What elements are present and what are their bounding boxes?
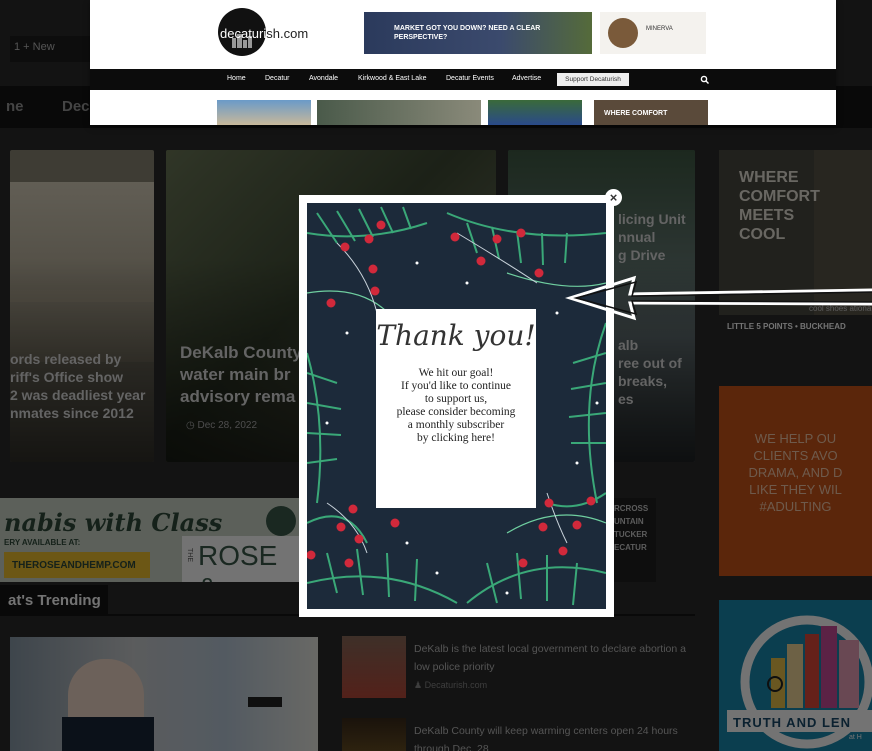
admin-bar-label: 1 + New	[14, 41, 55, 53]
news-title[interactable]: DeKalb is the latest local government to…	[414, 640, 699, 676]
ad-text: WE HELP OU CLIENTS AVO DRAMA, AND D LIKE…	[748, 431, 843, 514]
image-podium	[248, 697, 282, 707]
thank-you-title: Thank you!	[376, 319, 536, 352]
news-source: ♟ Decaturish.com	[414, 680, 487, 691]
trending-heading: at's Trending	[0, 585, 108, 615]
nav-decatur-events[interactable]: Decatur Events	[446, 75, 494, 82]
header-ad-text: MINERVA	[646, 26, 673, 32]
site-logo[interactable]: decaturish.com decaturish.com	[218, 8, 308, 56]
search-icon[interactable]	[700, 75, 709, 84]
side-ad-truth-and-lending[interactable]: TRUTH AND LEN at H	[719, 600, 872, 751]
owl-icon	[608, 18, 638, 48]
admin-bar[interactable]: 1 + New	[10, 36, 90, 62]
nav-avondale[interactable]: Avondale	[309, 75, 338, 82]
trending-news-item[interactable]: DeKalb County will keep warming centers …	[342, 718, 702, 751]
nav-kirkwood[interactable]: Kirkwood & East Lake	[358, 75, 426, 82]
site-nav-item-decatur[interactable]: Dec	[62, 98, 90, 115]
thumbnail[interactable]	[217, 100, 311, 125]
news-title[interactable]: DeKalb County will keep warming centers …	[414, 722, 699, 751]
thank-you-note[interactable]: Thank you! We hit our goal! If you'd lik…	[376, 309, 536, 508]
featured-card-jail[interactable]: ords released by riff's Office show 2 wa…	[10, 150, 154, 462]
card-date: ◷ Dec 28, 2022	[186, 420, 257, 431]
close-icon: ×	[609, 190, 618, 205]
header-nav: Home Decatur Avondale Kirkwood & East La…	[90, 69, 836, 90]
thumbnail[interactable]	[488, 100, 582, 125]
thumbnail[interactable]: WHERE COMFORT	[594, 100, 708, 125]
card-date-text: Dec 28, 2022	[197, 420, 258, 431]
card-title[interactable]: ords released by riff's Office show 2 wa…	[10, 350, 154, 422]
support-decaturish-button[interactable]: Support Decaturish	[557, 73, 629, 86]
card-title[interactable]: DeKalb County water main br advisory rem…	[180, 342, 302, 408]
ad-banner-locations[interactable]: RCROSS UNTAIN TUCKER ECATUR	[614, 498, 656, 582]
banner-url: THEROSEANDHEMP.COM	[4, 552, 150, 578]
site-nav-item-home[interactable]: ne	[6, 98, 24, 115]
logo-text-on-circle: decaturish.com	[220, 26, 266, 41]
banner-title: nabis with Class	[4, 508, 223, 537]
modal-artwork[interactable]: Thank you! We hit our goal! If you'd lik…	[307, 203, 606, 609]
ad-headline: WHERE COMFORT MEETS COOL	[739, 169, 820, 243]
ad-small-text: at H	[849, 734, 862, 741]
image-suit	[62, 717, 154, 751]
banner-brand: ROSE &	[198, 540, 278, 582]
thank-you-modal[interactable]: Thank you! We hit our goal! If you'd lik…	[299, 195, 614, 617]
page: 1 + New ne Dec ords released by riff's O…	[0, 0, 872, 751]
site-header: decaturish.com decaturish.com MARKET GOT…	[90, 0, 836, 125]
thank-you-message[interactable]: We hit our goal! If you'd like to contin…	[376, 367, 536, 445]
header-ad-minerva[interactable]: MINERVA	[600, 12, 706, 54]
trending-featured-image[interactable]	[10, 637, 318, 751]
modal-close-button[interactable]: ×	[605, 189, 622, 206]
thumbnail[interactable]	[317, 100, 481, 125]
nav-home[interactable]: Home	[227, 75, 246, 82]
nav-decatur[interactable]: Decatur	[265, 75, 290, 82]
rose-icon	[266, 506, 296, 536]
arrow-annotation-icon	[564, 275, 872, 321]
header-ad-market[interactable]: MARKET GOT YOU DOWN? NEED A CLEAR PERSPE…	[364, 12, 592, 54]
banner-brand-small: THE	[186, 548, 193, 562]
news-source-text: Decaturish.com	[424, 680, 488, 690]
nav-advertise[interactable]: Advertise	[512, 75, 541, 82]
banner-subtitle: ERY AVAILABLE AT:	[4, 538, 81, 547]
card-title[interactable]: licing Unit nnual g Drive	[618, 210, 686, 264]
thumbnail-text: WHERE COMFORT	[604, 110, 668, 117]
header-ad-text: MARKET GOT YOU DOWN? NEED A CLEAR PERSPE…	[394, 25, 541, 41]
image-background	[10, 637, 318, 751]
news-thumbnail	[342, 636, 406, 698]
clock-icon: ◷	[186, 420, 198, 431]
ad-text: TRUTH AND LEN	[733, 715, 851, 730]
side-ad-orange[interactable]: WE HELP OU CLIENTS AVO DRAMA, AND D LIKE…	[719, 386, 872, 576]
news-thumbnail	[342, 718, 406, 751]
card-title-2[interactable]: alb ree out of breaks, es	[618, 336, 682, 408]
trending-news-item[interactable]: DeKalb is the latest local government to…	[342, 636, 702, 700]
author-icon: ♟	[414, 680, 425, 690]
ad-banner-rose-and-hemp[interactable]: nabis with Class ERY AVAILABLE AT: THERO…	[0, 498, 300, 582]
